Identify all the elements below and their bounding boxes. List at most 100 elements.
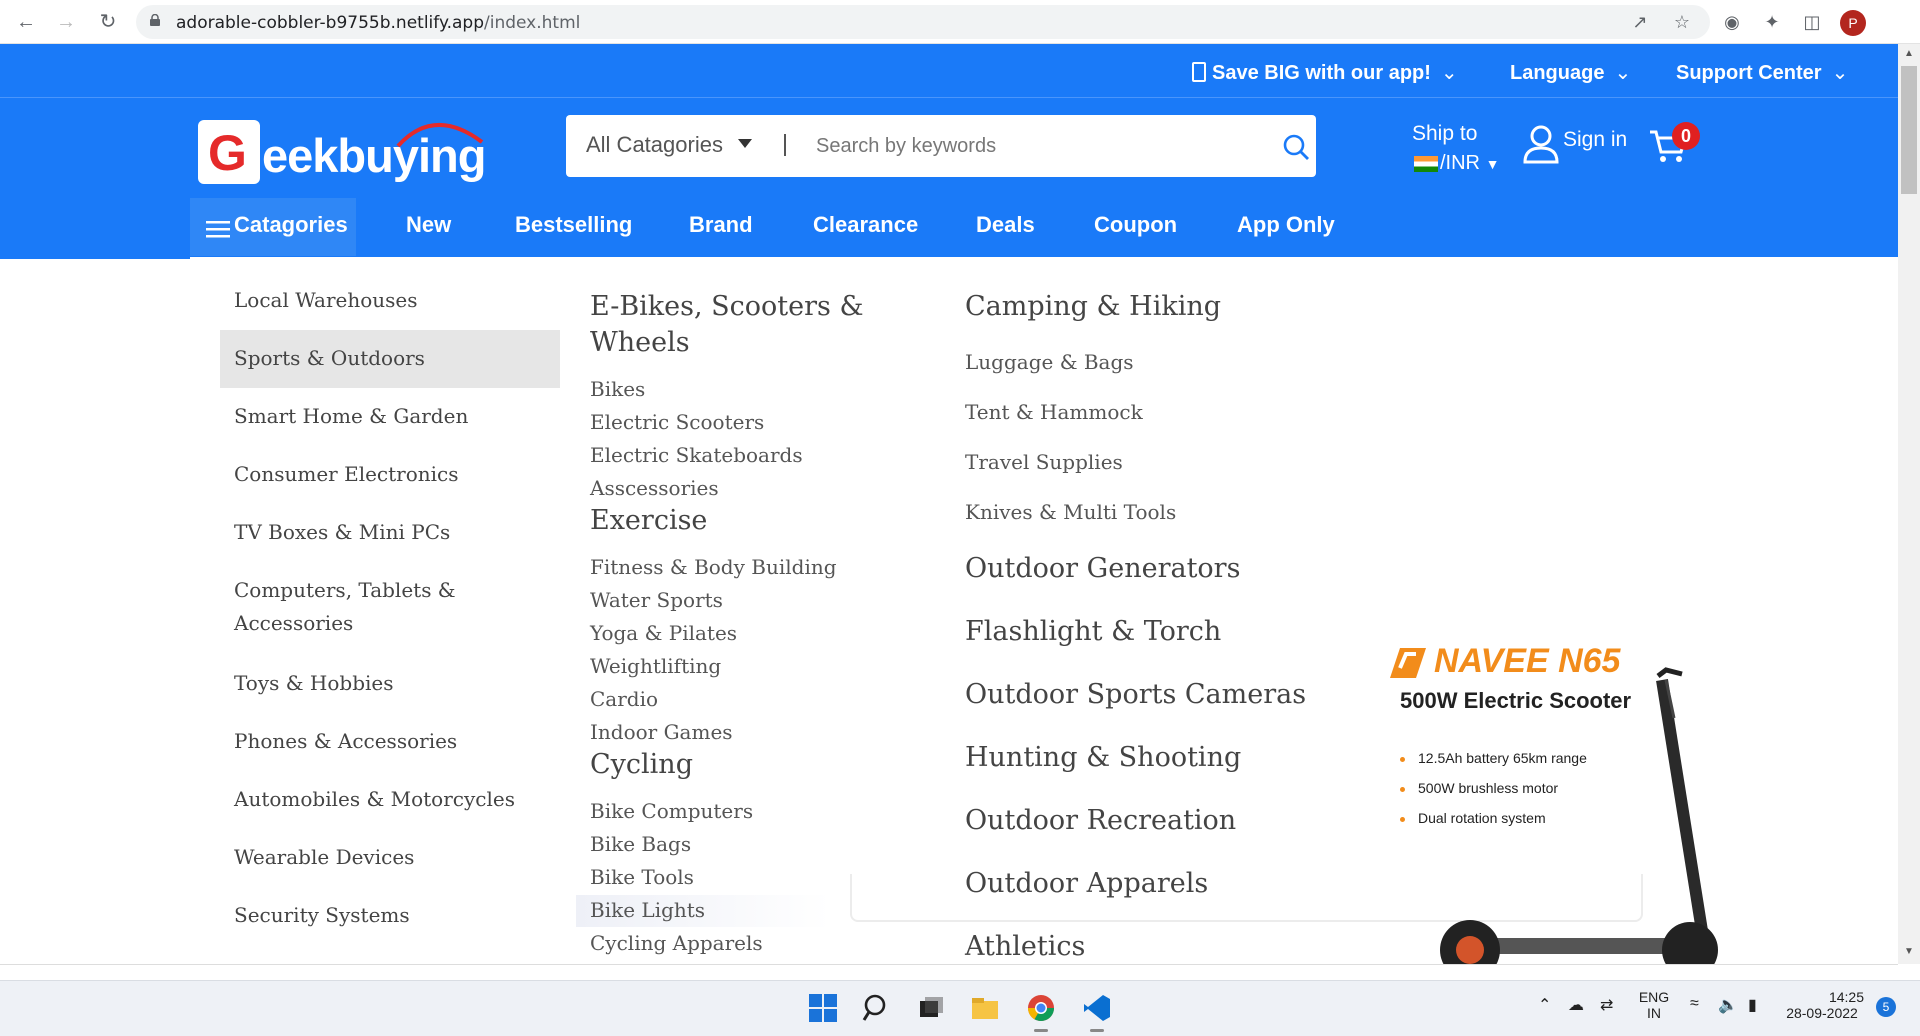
chevron-down-icon: ⌄ [1440,62,1458,84]
subcat-link[interactable]: Yoga & Pilates [590,621,737,645]
subcat-link[interactable]: Weightlifting [590,654,721,678]
wifi-icon[interactable]: ≈ [1690,995,1699,1013]
category-item[interactable]: Security Systems [220,899,560,932]
subcat-link[interactable]: Luggage & Bags [965,350,1134,374]
category-item[interactable]: Toys & Hobbies [220,667,560,700]
nav-deals[interactable]: Deals [976,212,1035,238]
subcat-link[interactable]: Bike Tools [590,865,694,889]
chevron-down-icon: ⌄ [1614,62,1632,84]
nav-brand[interactable]: Brand [689,212,753,238]
puzzle-icon[interactable]: ✦ [1760,10,1784,34]
windows-start-icon[interactable] [808,993,838,1023]
chrome-icon[interactable] [1026,993,1056,1023]
category-item[interactable]: Automobiles & Motorcycles [220,783,560,816]
profile-avatar[interactable]: P [1840,10,1866,36]
subcat-link-hover[interactable]: Bike Lights [590,898,705,922]
category-item[interactable]: Phones & Accessories [220,725,560,758]
subcat-link[interactable]: Travel Supplies [965,450,1123,474]
vscode-icon[interactable] [1082,993,1112,1023]
chevron-up-icon[interactable]: ⌃ [1538,995,1551,1015]
category-item[interactable]: Local Warehouses [220,284,560,317]
app-promo-link[interactable]: Save BIG with our app! ⌄ [1192,60,1458,85]
nav-bestselling[interactable]: Bestselling [515,212,632,238]
category-item[interactable]: Computers, Tablets & [220,574,560,607]
category-select[interactable]: All Catagories [586,132,723,158]
notification-badge[interactable]: 5 [1876,997,1896,1017]
scroll-thumb[interactable] [1901,66,1917,194]
share-icon[interactable]: ↗ [1628,10,1652,34]
subcat-link[interactable]: Bike Computers [590,799,753,823]
category-item[interactable]: TV Boxes & Mini PCs [220,516,560,549]
subcat-link[interactable]: Cardio [590,687,658,711]
subcat-link[interactable]: Cycling Apparels [590,931,763,955]
browser-toolbar: ← → ↻ adorable-cobbler-b9755b.netlify.ap… [0,0,1920,44]
subcat-link[interactable]: Bikes [590,377,645,401]
clock[interactable]: 14:25 28-09-2022 [1780,989,1864,1021]
forward-icon[interactable]: → [54,10,78,34]
category-item[interactable]: Consumer Electronics [220,458,560,491]
category-item-active[interactable]: Sports & Outdoors [220,330,560,388]
reload-icon[interactable]: ↻ [96,10,120,34]
subcat-heading-cont[interactable]: Wheels [590,325,690,361]
subcat-heading[interactable]: Camping & Hiking [965,289,1221,325]
category-item[interactable]: Smart Home & Garden [220,400,560,433]
subcat-link[interactable]: Fitness & Body Building [590,555,837,579]
category-item-cont[interactable]: Accessories [220,607,560,640]
subcat-link[interactable]: Electric Scooters [590,410,764,434]
search-input[interactable]: Search by keywords [816,135,996,158]
back-icon[interactable]: ← [14,10,38,34]
scroll-up-icon[interactable]: ▲ [1904,48,1914,59]
bullet-icon [1400,787,1405,792]
nav-new[interactable]: New [406,212,451,238]
subcat-heading[interactable]: Hunting & Shooting [965,740,1241,776]
categories-menu-button[interactable]: Catagories [190,198,356,256]
subcat-heading[interactable]: Outdoor Sports Cameras [965,677,1306,713]
subcat-heading[interactable]: Outdoor Generators [965,551,1240,587]
currency-selector[interactable]: /INR ▼ [1414,152,1499,175]
scroll-down-icon[interactable]: ▼ [1904,946,1914,957]
category-item[interactable]: Wearable Devices [220,841,560,874]
input-language[interactable]: ENG IN [1636,989,1672,1021]
subcat-heading[interactable]: Outdoor Recreation [965,803,1236,839]
url-text: adorable-cobbler-b9755b.netlify.app/inde… [176,13,581,33]
task-view-icon[interactable] [916,993,946,1023]
subcat-link[interactable]: Bike Bags [590,832,691,856]
subcat-heading[interactable]: Athletics [965,929,1085,965]
promo-banner[interactable]: NAVEE N65 500W Electric Scooter 12.5Ah b… [1390,640,1720,964]
navee-logo-icon [1390,648,1426,678]
volume-icon[interactable]: 🔈 [1718,995,1738,1015]
chevron-down-icon: ⌄ [1831,62,1849,84]
subcat-link[interactable]: Knives & Multi Tools [965,500,1176,524]
address-bar[interactable]: adorable-cobbler-b9755b.netlify.app/inde… [136,5,1710,39]
subcat-link[interactable]: Indoor Games [590,720,733,744]
subcat-link[interactable]: Asscessories [590,476,719,500]
search-icon[interactable] [1282,133,1310,161]
user-icon[interactable] [1522,124,1560,164]
subcat-link[interactable]: Water Sports [590,588,723,612]
page-scrollbar[interactable]: ▲ ▼ [1898,44,1920,964]
support-center-link[interactable]: Support Center ⌄ [1676,60,1848,85]
subcat-heading[interactable]: Flashlight & Torch [965,614,1221,650]
nav-app-only[interactable]: App Only [1237,212,1335,238]
subcat-heading[interactable]: Cycling [590,747,693,783]
onedrive-icon[interactable]: ☁ [1568,995,1584,1015]
search-icon[interactable] [862,993,892,1023]
language-selector[interactable]: Language ⌄ [1510,60,1631,85]
categories-label: Catagories [234,212,348,237]
side-panel-icon[interactable]: ◫ [1800,10,1824,34]
ship-to-label[interactable]: Ship to [1412,122,1477,146]
nav-coupon[interactable]: Coupon [1094,212,1177,238]
subcat-link[interactable]: Tent & Hammock [965,400,1143,424]
scooter-image [1440,667,1718,964]
bookmark-star-icon[interactable]: ☆ [1670,10,1694,34]
extension-icon[interactable]: ◉ [1720,10,1744,34]
subcat-heading[interactable]: Exercise [590,503,707,539]
battery-icon[interactable]: ▮ [1748,995,1757,1015]
subcat-heading[interactable]: E-Bikes, Scooters & [590,289,864,325]
logo-bag-icon[interactable]: G [198,120,260,184]
sync-icon[interactable]: ⇄ [1600,995,1613,1015]
nav-clearance[interactable]: Clearance [813,212,918,238]
subcat-link[interactable]: Electric Skateboards [590,443,803,467]
file-explorer-icon[interactable] [970,993,1000,1023]
sign-in-link[interactable]: Sign in [1563,128,1627,152]
